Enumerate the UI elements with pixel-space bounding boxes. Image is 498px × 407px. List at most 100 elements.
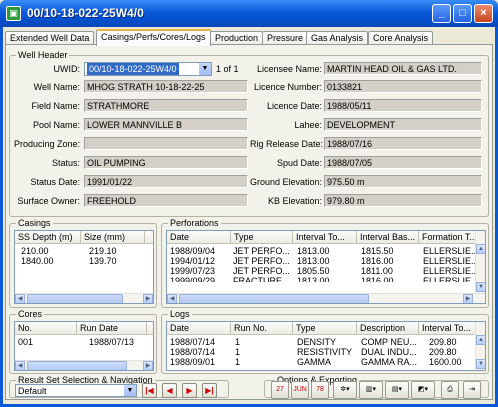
column-header[interactable]: Formation T... [419,231,477,244]
table-cell[interactable]: 1988/07/13 [89,337,134,348]
table-cell[interactable]: ELLERSLIE... [423,276,477,282]
lahee-label: Lahee: [294,120,322,130]
calendar-jun-button[interactable]: JUN [291,381,309,399]
scroll-left-icon[interactable]: ◀ [15,361,25,370]
scroll-thumb[interactable] [179,294,369,303]
column-header[interactable]: Interval Bas... [357,231,419,244]
uwid-select[interactable]: 00/10-18-022-25W4/0 ▼ [84,62,212,76]
column-header[interactable]: No. [15,322,77,335]
licensee-name-value: MARTIN HEAD OIL & GAS LTD. [324,62,482,75]
tools-button[interactable]: ✲▾ [333,381,357,399]
tab-pressure[interactable]: Pressure [262,31,309,45]
scroll-up-icon[interactable]: ▲ [476,244,485,254]
column-header[interactable]: Size (mm) [81,231,145,244]
vertical-scrollbar[interactable]: ▲ ▼ [475,322,485,370]
chart-button[interactable]: ▥▾ [359,381,383,399]
chevron-down-icon[interactable]: ▼ [123,385,136,396]
close-button[interactable]: × [474,4,493,23]
column-header[interactable]: Type [293,322,357,335]
scroll-down-icon[interactable]: ▼ [476,359,485,369]
table-cell[interactable]: 1816.00 [361,276,394,282]
print-button[interactable]: ⎙ [441,381,459,399]
scroll-right-icon[interactable]: ▶ [463,294,473,303]
tab-casings-perfs-cores-logs[interactable]: Casings/Perfs/Cores/Logs [96,29,211,46]
scroll-right-icon[interactable]: ▶ [143,361,153,370]
well-header-title: Well Header [16,50,70,60]
well-header-group: Well Header UWID: 00/10-18-022-25W4/0 ▼ … [9,50,489,217]
table-cell[interactable]: FRACTURE [233,276,282,282]
scroll-left-icon[interactable]: ◀ [167,294,177,303]
casings-grid-header: SS Depth (m) Size (mm) [15,231,153,244]
result-set-value: Default [18,386,47,396]
scroll-thumb[interactable] [27,294,123,303]
scroll-thumb[interactable] [27,361,127,370]
nav-buttons: |◀ ◀ ▶ ▶| [142,383,226,398]
table-cell[interactable]: GAMMA RA... [361,357,417,368]
last-record-button[interactable]: ▶| [202,383,217,398]
table-cell[interactable]: 1813.00 [297,276,330,282]
next-record-button[interactable]: ▶ [182,383,197,398]
calendar-78-button[interactable]: 78 [311,381,329,399]
licence-number-value: 0133821 [324,80,482,93]
cores-title: Cores [16,309,45,319]
table-cell[interactable]: 1600.00 [429,357,462,368]
surface-owner-label: Surface Owner: [17,196,80,206]
maximize-button[interactable]: □ [453,4,472,23]
window-client: Extended Well Data Casings/Perfs/Cores/L… [3,27,495,404]
previous-record-button[interactable]: ◀ [162,383,177,398]
vertical-scrollbar[interactable]: ▲ ▼ [475,231,485,293]
horizontal-scrollbar[interactable]: ◀ ▶ [167,293,485,303]
scroll-down-icon[interactable]: ▼ [476,282,485,292]
table-cell[interactable]: GAMMA [297,357,331,368]
scroll-right-icon[interactable]: ▶ [143,294,153,303]
casings-grid[interactable]: SS Depth (m) Size (mm) 210.00 219.10 184… [14,230,154,304]
logs-grid[interactable]: Date Run No. Type Description Interval T… [166,321,486,371]
column-header[interactable]: Interval To... [293,231,357,244]
perforations-grid[interactable]: Date Type Interval To... Interval Bas...… [166,230,486,304]
options-group: Options & Exporting 27 JUN 78 ✲▾ ▥▾ ▤▾ ◩… [264,375,489,399]
table-cell[interactable]: 001 [18,337,33,348]
tab-extended-well-data[interactable]: Extended Well Data [5,31,95,45]
tools-icon: ✲▾ [340,386,350,393]
column-header[interactable]: Interval To... [419,322,477,335]
horizontal-scrollbar[interactable]: ◀ ▶ [15,293,153,303]
first-record-button[interactable]: |◀ [142,383,157,398]
chevron-down-icon[interactable]: ▼ [198,63,211,75]
column-header[interactable]: SS Depth (m) [15,231,81,244]
exit-button[interactable]: ⇥ [463,381,481,399]
horizontal-scrollbar[interactable]: ◀ ▶ [15,360,153,370]
report-button[interactable]: ▤▾ [385,381,409,399]
table-cell[interactable]: 1999/09/29 [170,276,215,282]
result-set-select[interactable]: Default ▼ [15,384,137,397]
exit-icon: ⇥ [469,386,475,393]
table-cell[interactable]: 1 [235,357,240,368]
cores-grid[interactable]: No. Run Date 001 1988/07/13 ◀ ▶ [14,321,154,371]
column-header[interactable]: Date [167,322,231,335]
calendar-27-button[interactable]: 27 [271,381,289,399]
rig-release-date-label: Rig Release Date: [250,139,324,149]
minimize-button[interactable]: _ [432,4,451,23]
scroll-left-icon[interactable]: ◀ [15,294,25,303]
table-cell[interactable]: 1840.00 [21,256,54,267]
licence-date-label: Licence Date: [266,101,322,111]
spud-date-value: 1988/07/05 [324,156,482,169]
column-header[interactable]: Run Date [77,322,147,335]
casings-title: Casings [16,218,53,228]
column-header[interactable]: Date [167,231,231,244]
column-header[interactable]: Run No. [231,322,293,335]
table-cell[interactable]: 1988/09/01 [170,357,215,368]
tab-core-analysis[interactable]: Core Analysis [368,31,434,45]
tab-production[interactable]: Production [210,31,264,45]
producing-zone-value [84,137,248,150]
uwid-label: UWID: [53,64,81,74]
column-header[interactable]: Type [231,231,293,244]
scroll-up-icon[interactable]: ▲ [476,335,485,345]
kb-elevation-value: 979.80 m [324,194,482,207]
navigation-group: Result Set Selection & Navigation Defaul… [9,375,229,398]
export-button[interactable]: ◩▾ [411,381,435,399]
tab-gas-analysis[interactable]: Gas Analysis [306,31,369,45]
title-bar[interactable]: ▣ 00/10-18-022-25W4/0 _ □ × [0,0,498,27]
window-title: 00/10-18-022-25W4/0 [27,6,144,20]
table-cell[interactable]: 139.70 [89,256,117,267]
column-header[interactable]: Description [357,322,419,335]
